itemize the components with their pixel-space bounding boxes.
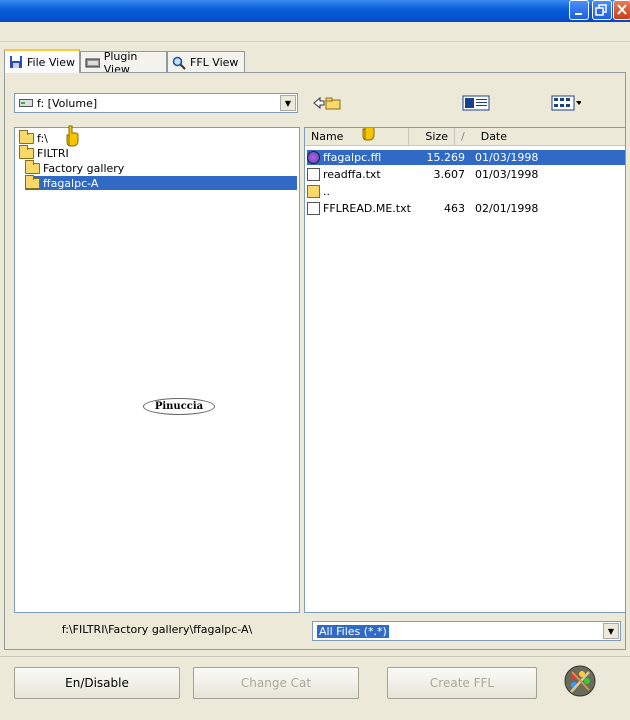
drive-icon	[19, 99, 33, 107]
up-folder-button[interactable]	[312, 94, 342, 112]
file-filter-value: All Files (*.*)	[313, 624, 603, 638]
pointing-hand-icon	[362, 128, 375, 141]
tree-item-label: f:\	[37, 131, 48, 145]
file-date: 01/03/1998	[475, 168, 539, 181]
tree-item-root[interactable]: f:\	[19, 129, 48, 145]
file-row[interactable]: FFLREAD.ME.txt 463 02/01/1998	[307, 201, 625, 216]
chevron-down-icon[interactable]: ▼	[603, 623, 619, 639]
folder-icon	[19, 144, 34, 159]
file-date: 02/01/1998	[475, 202, 539, 215]
file-date: 01/03/1998	[475, 151, 539, 164]
tab-plugin-view[interactable]: Plugin View	[80, 50, 167, 76]
column-header-label: Date	[480, 130, 508, 143]
current-path: f:\FILTRI\Factory gallery\ffagalpc-A\	[61, 623, 253, 636]
magnifier-icon	[172, 56, 186, 70]
create-ffl-button[interactable]: Create FFL	[387, 667, 537, 699]
file-list[interactable]: Name Size / Date ffagalpc.ffl 15.269 01/…	[304, 127, 626, 613]
tab-ffl-view[interactable]: FFL View	[167, 51, 245, 73]
folder-tree[interactable]: f:\ FILTRI Factory gallery ffagalpc-A Pi…	[14, 125, 300, 613]
chevron-down-icon[interactable]: ▼	[280, 95, 296, 111]
column-header-date[interactable]: / Date	[455, 128, 625, 146]
restore-icon	[595, 4, 607, 16]
up-folder-icon	[313, 96, 341, 110]
tree-item-label: Factory gallery	[43, 161, 125, 175]
drive-select[interactable]: f: [Volume] ▼	[14, 93, 298, 113]
icon-view-dropdown-icon	[551, 95, 581, 111]
file-size: 15.269	[426, 151, 466, 164]
file-name: ..	[323, 185, 330, 198]
tab-label: File View	[27, 55, 76, 69]
pointing-hand-icon	[66, 125, 79, 147]
close-button[interactable]	[613, 0, 630, 20]
button-label: Change Cat	[240, 676, 312, 690]
close-icon	[617, 4, 627, 15]
minimize-icon	[575, 13, 582, 15]
plugin-icon	[85, 58, 100, 67]
tab-file-view[interactable]: File View	[4, 49, 80, 73]
column-header-name[interactable]: Name	[305, 128, 409, 146]
view-options-button[interactable]	[551, 94, 581, 112]
ffl-file-icon	[307, 151, 320, 164]
file-name: readffa.txt	[323, 168, 381, 181]
menu-band	[0, 22, 630, 42]
open-folder-icon	[25, 174, 40, 189]
button-label: Create FFL	[429, 676, 495, 690]
folder-icon	[19, 129, 34, 144]
file-row[interactable]: ..	[307, 184, 625, 199]
file-size: 463	[444, 202, 465, 215]
title-bar	[0, 0, 630, 22]
app-tools-button[interactable]	[562, 664, 598, 698]
file-name: FFLREAD.ME.txt	[323, 202, 411, 215]
tree-item-ffagalpc-a[interactable]: ffagalpc-A	[25, 174, 297, 190]
button-label: En/Disable	[65, 676, 129, 690]
text-file-icon	[307, 202, 320, 215]
tree-item-filtri[interactable]: FILTRI	[19, 144, 69, 160]
watermark-logo: Pinuccia	[143, 398, 215, 415]
file-filter-select[interactable]: All Files (*.*) ▼	[312, 621, 621, 641]
file-row[interactable]: ffagalpc.ffl 15.269 01/03/1998	[307, 150, 625, 165]
tree-item-label: FILTRI	[37, 146, 69, 160]
folder-icon	[25, 159, 40, 174]
details-view-button[interactable]	[461, 94, 491, 112]
enable-disable-button[interactable]: En/Disable	[14, 667, 180, 699]
file-name: ffagalpc.ffl	[323, 151, 382, 164]
list-view-icon	[462, 95, 490, 111]
tab-label: FFL View	[190, 56, 239, 69]
tree-item-factory-gallery[interactable]: Factory gallery	[25, 159, 125, 175]
restore-button[interactable]	[592, 0, 612, 20]
change-cat-button[interactable]: Change Cat	[193, 667, 359, 699]
minimize-button[interactable]	[569, 0, 589, 20]
file-size: 3.607	[433, 168, 466, 181]
column-header-size[interactable]: Size	[409, 128, 455, 146]
text-file-icon	[307, 168, 320, 181]
palette-tools-icon	[564, 665, 596, 697]
parent-folder-icon	[307, 185, 320, 198]
file-filter-value-text: All Files (*.*)	[317, 624, 389, 638]
watermark-text: Pinuccia	[154, 401, 204, 412]
sort-indicator: /	[461, 130, 465, 143]
file-row[interactable]: readffa.txt 3.607 01/03/1998	[307, 167, 625, 182]
drive-select-value: f: [Volume]	[37, 96, 98, 110]
disk-icon	[10, 56, 22, 68]
column-header-label: Size	[425, 130, 448, 143]
column-header-label: Name	[311, 130, 344, 143]
tree-item-label: ffagalpc-A	[43, 176, 99, 190]
